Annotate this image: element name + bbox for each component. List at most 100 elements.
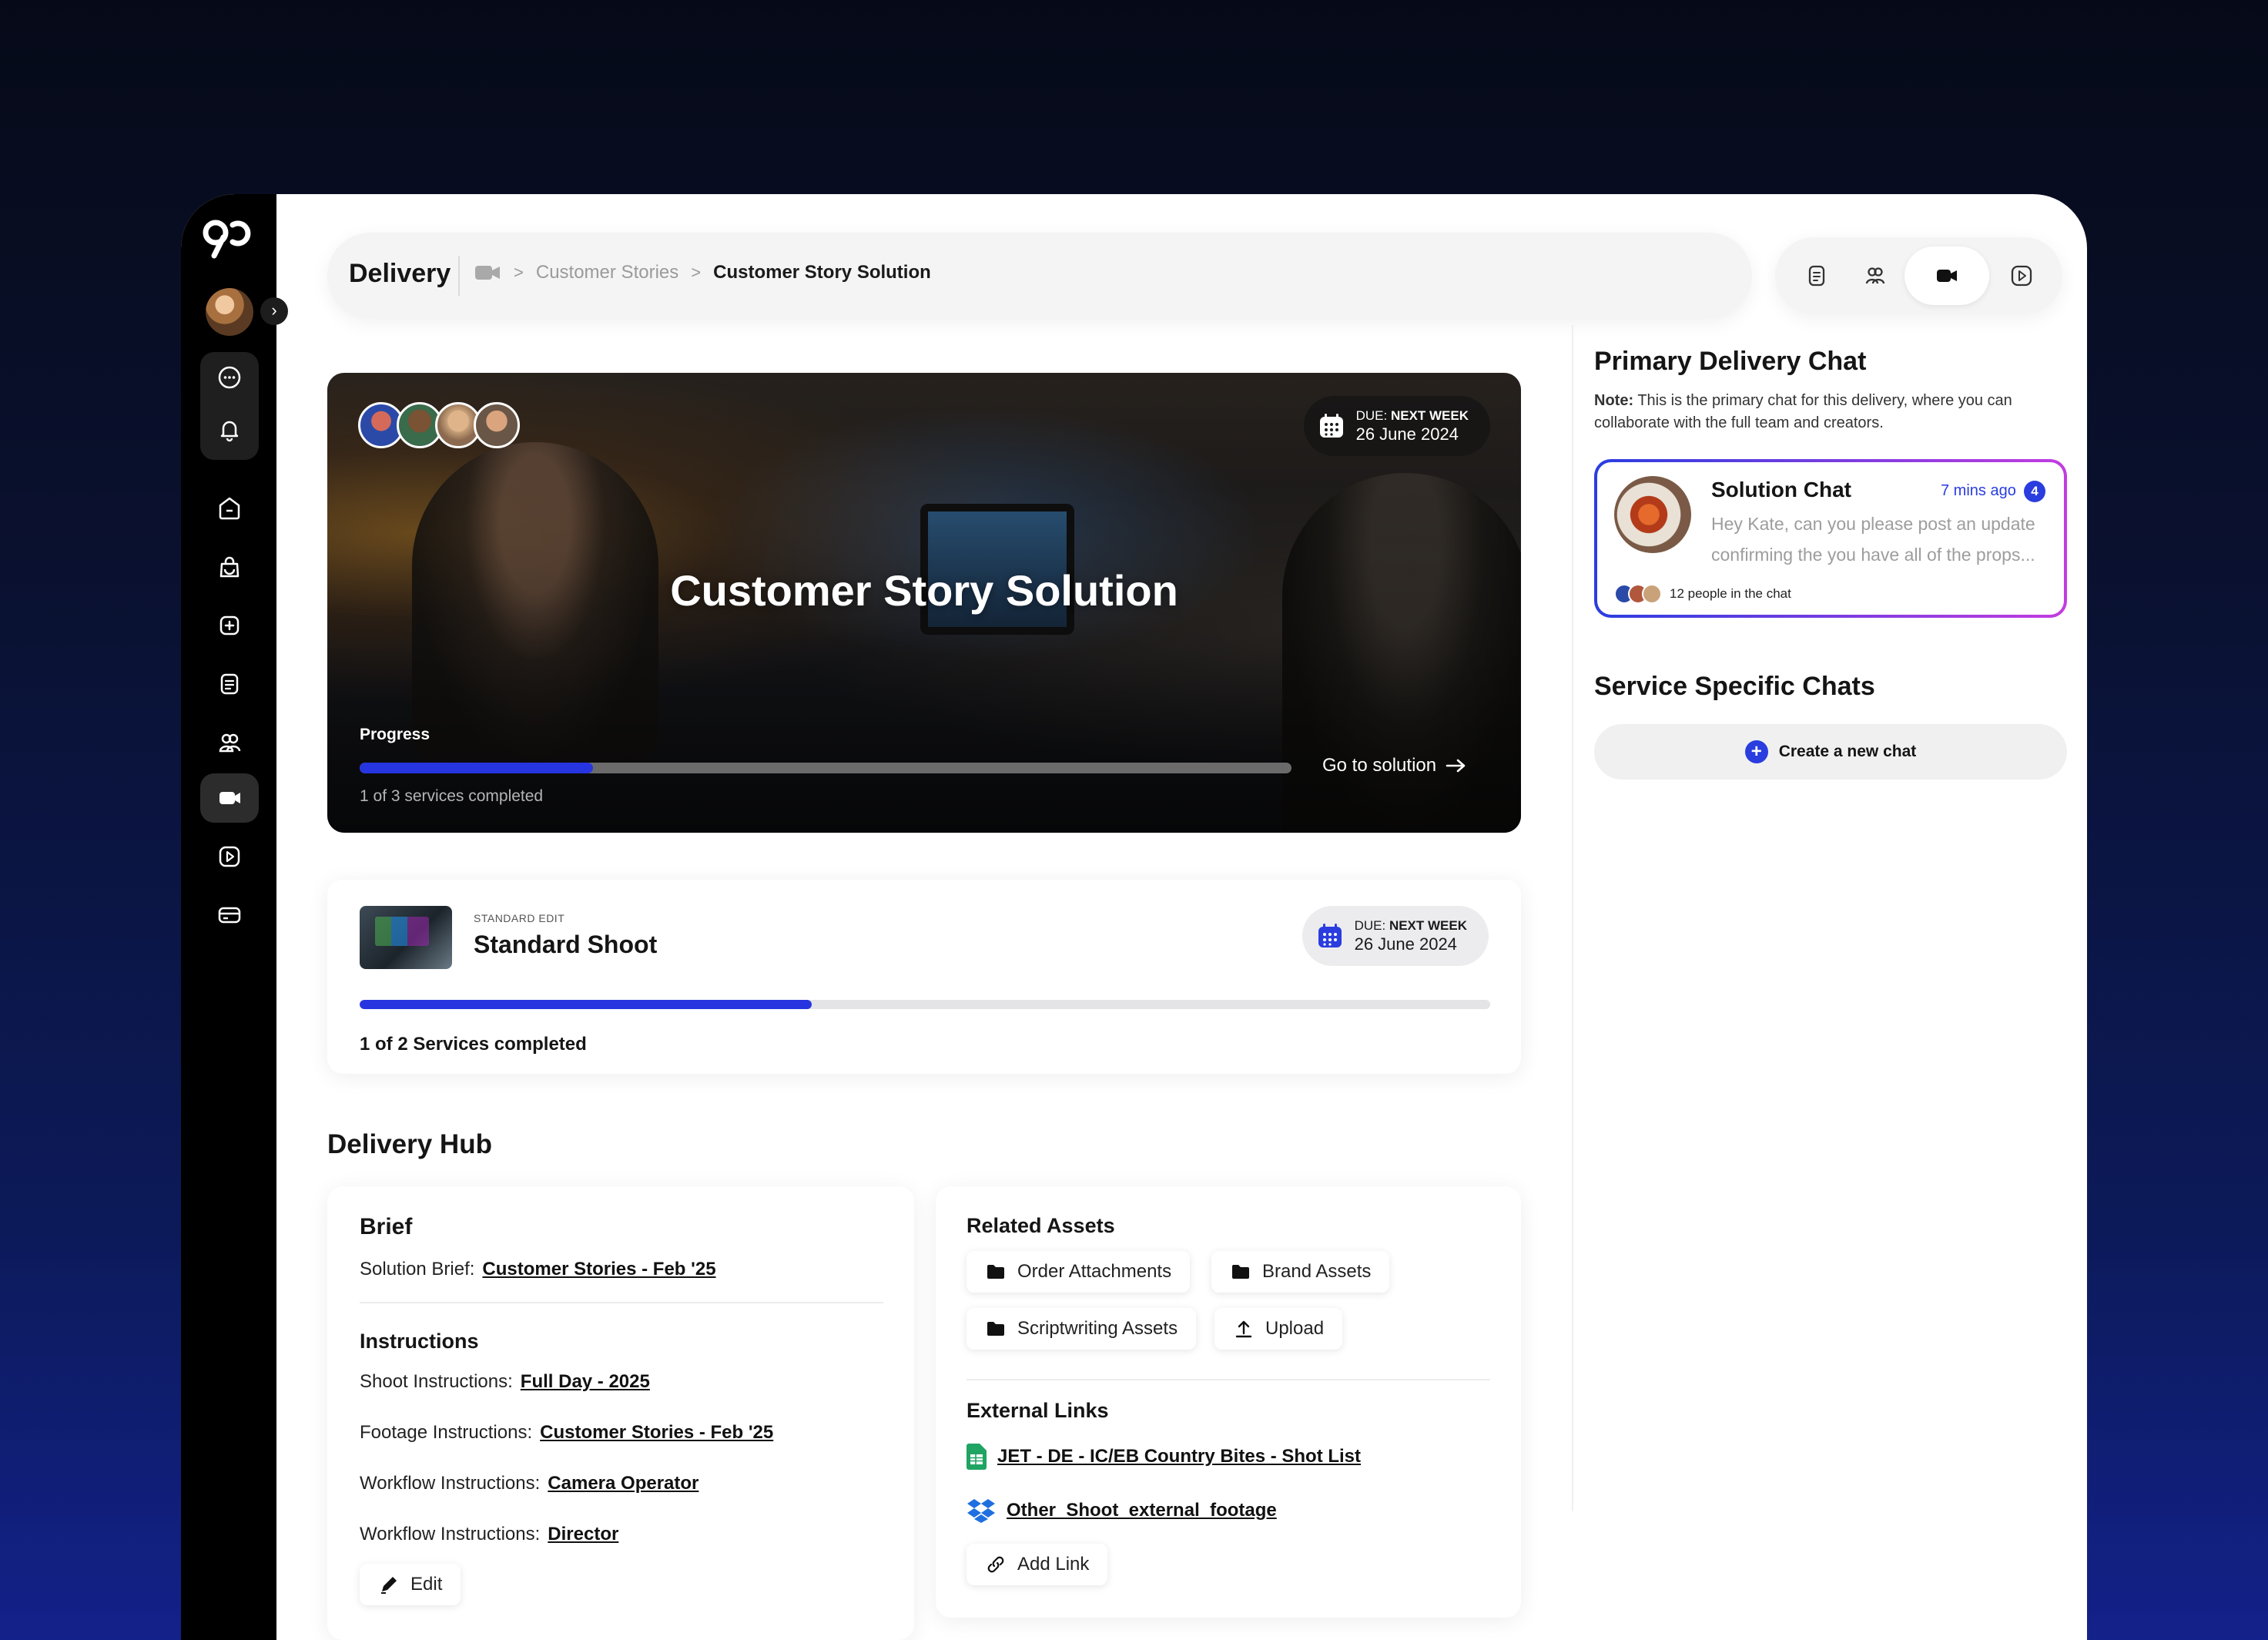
scriptwriting-assets-folder[interactable]: Scriptwriting Assets [966,1308,1197,1350]
divider [360,1302,883,1303]
sidebar: › [181,194,288,1640]
service-card[interactable]: STANDARD EDIT Standard Shoot DUE: NEXT W… [327,880,1521,1074]
shot-list-link[interactable]: JET - DE - IC/EB Country Bites - Shot Li… [997,1446,1361,1467]
note-text: This is the primary chat for this delive… [1594,392,2012,431]
instruction-label: Shoot Instructions: [360,1371,513,1392]
chip-label: Upload [1265,1318,1325,1339]
instruction-link[interactable]: Customer Stories - Feb '25 [540,1422,773,1443]
brand-assets-folder[interactable]: Brand Assets [1211,1251,1390,1293]
delivery-hub-title: Delivery Hub [327,1129,492,1159]
upload-button[interactable]: Upload [1214,1308,1343,1350]
user-avatar[interactable] [206,288,253,336]
solution-progress-fill [360,763,593,773]
brief-title: Brief [360,1214,413,1239]
folder-icon [1232,1265,1249,1279]
instruction-label: Workflow Instructions: [360,1473,541,1494]
upload-icon [1235,1320,1252,1338]
service-thumbnail [360,906,452,969]
service-progress-summary: 1 of 2 Services completed [360,1034,587,1055]
folder-icon [987,1322,1004,1336]
service-progress-fill [360,1000,812,1009]
due-date: 26 June 2024 [1354,934,1457,954]
chat-avatar [1614,476,1691,553]
pencil-icon [381,1577,397,1594]
tab-video[interactable] [1905,247,1989,305]
title-divider [458,256,460,296]
link-icon [987,1556,1004,1573]
solution-hero-card[interactable]: DUE: NEXT WEEK 26 June 2024 Customer Sto… [327,373,1521,833]
column-divider [1572,325,1573,1511]
chat-preview: Hey Kate, can you please post an update … [1711,514,2035,565]
calendar-icon [1318,924,1342,947]
external-link-row: JET - DE - IC/EB Country Bites - Shot Li… [966,1444,1361,1470]
create-new-chat-label: Create a new chat [1778,743,1917,760]
play-icon [2011,265,2032,287]
instruction-label: Workflow Instructions: [360,1524,541,1544]
home-icon[interactable] [200,484,259,533]
instruction-row: Shoot Instructions: Full Day - 2025 [360,1371,650,1393]
chevron-right-icon: > [514,263,524,282]
progress-summary: 1 of 3 services completed [360,787,544,805]
video-camera-icon[interactable] [200,773,259,823]
tab-play[interactable] [1992,247,2051,305]
go-to-solution-link[interactable]: Go to solution [1322,755,1467,776]
add-icon[interactable] [200,601,259,650]
service-type: STANDARD EDIT [474,912,565,924]
google-sheets-icon [966,1444,987,1470]
create-new-chat-button[interactable]: + Create a new chat [1594,724,2067,780]
primary-chat-title: Primary Delivery Chat [1594,347,1867,376]
team-icon[interactable] [200,718,259,767]
folder-icon [987,1265,1004,1279]
divider [966,1379,1490,1380]
add-link-button[interactable]: Add Link [966,1544,1108,1585]
primary-chat-note: Note: This is the primary chat for this … [1594,390,2056,434]
calendar-icon [1319,414,1343,438]
service-chats-title: Service Specific Chats [1594,672,1875,701]
breadcrumb-video-icon [475,266,500,280]
breadcrumb-customer-stories[interactable]: Customer Stories [536,262,678,283]
service-name: Standard Shoot [474,931,658,958]
document-icon [1808,265,1825,287]
top-bar: Delivery > Customer Stories > Customer S… [327,233,1752,319]
chevron-right-icon: > [691,263,702,282]
team-avatars[interactable] [358,402,520,448]
video-camera-icon [1937,270,1957,282]
breadcrumb-current: Customer Story Solution [713,262,931,283]
instruction-row: Workflow Instructions: Director [360,1524,618,1545]
plus-icon: + [1744,740,1768,763]
page-title: Delivery [349,259,451,288]
tab-document[interactable] [1787,247,1846,305]
solution-chat-card[interactable]: Solution Chat 7 mins ago 4 Hey Kate, can… [1594,459,2067,618]
app-window: › Delivery > Customer Stories > Customer… [181,194,2087,1640]
chat-name: Solution Chat [1711,478,1851,501]
play-icon[interactable] [200,832,259,881]
assets-card: Related Assets Order Attachments Brand A… [936,1186,1521,1618]
due-label: NEXT WEEK [1389,917,1467,933]
document-icon[interactable] [200,659,259,709]
chip-label: Scriptwriting Assets [1017,1318,1178,1339]
avatar [1642,584,1662,604]
instruction-link[interactable]: Full Day - 2025 [521,1371,650,1392]
edit-button[interactable]: Edit [360,1564,461,1605]
card-icon[interactable] [200,890,259,940]
bag-icon[interactable] [200,542,259,592]
view-tabs [1775,237,2062,314]
solution-progress-bar [360,763,1291,773]
solution-brief-label: Solution Brief: [360,1259,475,1279]
order-attachments-folder[interactable]: Order Attachments [966,1251,1191,1293]
service-progress-bar [360,1000,1490,1009]
external-link-row: Other_Shoot_external_footage [966,1497,1277,1524]
external-footage-link[interactable]: Other_Shoot_external_footage [1007,1500,1277,1521]
unread-badge: 4 [2024,481,2045,502]
solution-brief-link[interactable]: Customer Stories - Feb '25 [482,1259,715,1279]
breadcrumb: > Customer Stories > Customer Story Solu… [475,262,931,283]
arrow-right-icon [1446,759,1466,773]
due-date-badge: DUE: NEXT WEEK 26 June 2024 [1303,396,1490,456]
chat-icon[interactable] [200,353,259,402]
instruction-link[interactable]: Director [548,1524,618,1544]
tab-team[interactable] [1846,247,1905,305]
expand-sidebar-button[interactable]: › [260,297,288,325]
bell-icon[interactable] [200,405,259,454]
instruction-link[interactable]: Camera Operator [548,1473,698,1494]
go-to-solution-label: Go to solution [1322,755,1437,776]
